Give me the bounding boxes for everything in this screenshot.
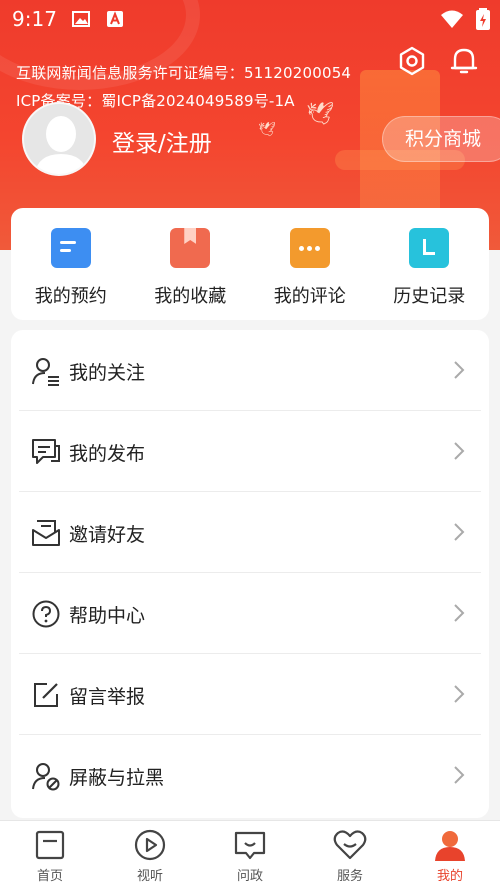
quick-label: 我的预约 — [34, 286, 107, 307]
status-bar: 9:17 — [0, 0, 500, 38]
status-time: 9:17 — [12, 7, 57, 31]
menu-label: 帮助中心 — [69, 605, 146, 627]
dove-icon: 🕊 — [258, 122, 276, 138]
nav-item-video[interactable]: 视听 — [100, 821, 200, 888]
nav-label: 视听 — [136, 869, 163, 884]
dove-icon: 🕊 — [306, 102, 334, 127]
heart-icon — [333, 830, 367, 860]
license-number: 互联网新闻信息服务许可证编号：51120200054 — [16, 64, 352, 82]
battery-icon — [476, 8, 490, 30]
quick-item-history[interactable]: 历史记录 — [370, 208, 490, 320]
default-avatar-icon — [34, 116, 88, 174]
report-icon — [34, 683, 58, 707]
login-register-link[interactable]: 登录/注册 — [112, 124, 212, 158]
quick-actions-card: 我的预约 我的收藏 我的评论 历史记录 — [11, 208, 489, 320]
comment-icon — [289, 228, 330, 268]
profile-icon — [435, 831, 465, 861]
menu-label: 我的发布 — [69, 443, 146, 465]
nav-item-mine[interactable]: 我的 — [400, 821, 500, 888]
nav-label: 首页 — [36, 869, 63, 884]
menu-item-report[interactable]: 留言举报 — [19, 654, 481, 735]
nav-label: 问政 — [236, 869, 263, 884]
chevron-right-icon — [454, 361, 465, 379]
menu-label: 屏蔽与拉黑 — [69, 767, 165, 789]
chevron-right-icon — [454, 766, 465, 784]
quick-item-appointments[interactable]: 我的预约 — [11, 208, 131, 320]
home-icon — [35, 830, 65, 860]
menu-label: 邀请好友 — [69, 524, 146, 546]
follow-icon — [32, 358, 59, 386]
settings-icon[interactable] — [396, 45, 428, 77]
nav-label: 服务 — [336, 869, 363, 884]
menu-list: 我的关注 我的发布 邀请好友 帮助中心 留言举报 屏蔽与拉黑 — [11, 330, 489, 818]
wifi-icon — [441, 10, 463, 28]
publish-icon — [32, 439, 60, 464]
help-icon — [32, 600, 60, 628]
menu-label: 留言举报 — [69, 686, 146, 708]
nav-label: 我的 — [436, 869, 463, 884]
history-icon — [409, 228, 450, 268]
menu-item-invite[interactable]: 邀请好友 — [19, 492, 481, 573]
quick-item-favorites[interactable]: 我的收藏 — [131, 208, 251, 320]
menu-item-publish[interactable]: 我的发布 — [19, 411, 481, 492]
chat-icon — [234, 831, 266, 860]
nav-item-home[interactable]: 首页 — [0, 821, 100, 888]
bell-icon[interactable] — [448, 45, 480, 77]
bottom-nav: 首页 视听 问政 服务 我的 — [0, 820, 500, 888]
quick-label: 历史记录 — [393, 286, 466, 307]
chevron-right-icon — [454, 604, 465, 622]
play-icon — [134, 829, 166, 861]
quick-label: 我的评论 — [273, 286, 346, 307]
menu-item-help[interactable]: 帮助中心 — [19, 573, 481, 654]
chevron-right-icon — [454, 523, 465, 541]
gallery-icon — [72, 11, 90, 27]
block-icon — [32, 763, 60, 791]
quick-item-comments[interactable]: 我的评论 — [250, 208, 370, 320]
menu-label: 我的关注 — [69, 362, 146, 384]
avatar[interactable] — [22, 102, 96, 176]
bookmark-icon — [170, 228, 211, 268]
chevron-right-icon — [454, 442, 465, 460]
notification-a-icon — [107, 11, 123, 27]
calendar-icon — [50, 228, 91, 268]
menu-item-block[interactable]: 屏蔽与拉黑 — [19, 735, 481, 816]
invite-icon — [32, 520, 60, 546]
nav-item-inquiry[interactable]: 问政 — [200, 821, 300, 888]
menu-item-following[interactable]: 我的关注 — [19, 330, 481, 411]
nav-item-services[interactable]: 服务 — [300, 821, 400, 888]
points-mall-button[interactable]: 积分商城 — [382, 116, 500, 162]
chevron-right-icon — [454, 685, 465, 703]
quick-label: 我的收藏 — [154, 286, 227, 307]
